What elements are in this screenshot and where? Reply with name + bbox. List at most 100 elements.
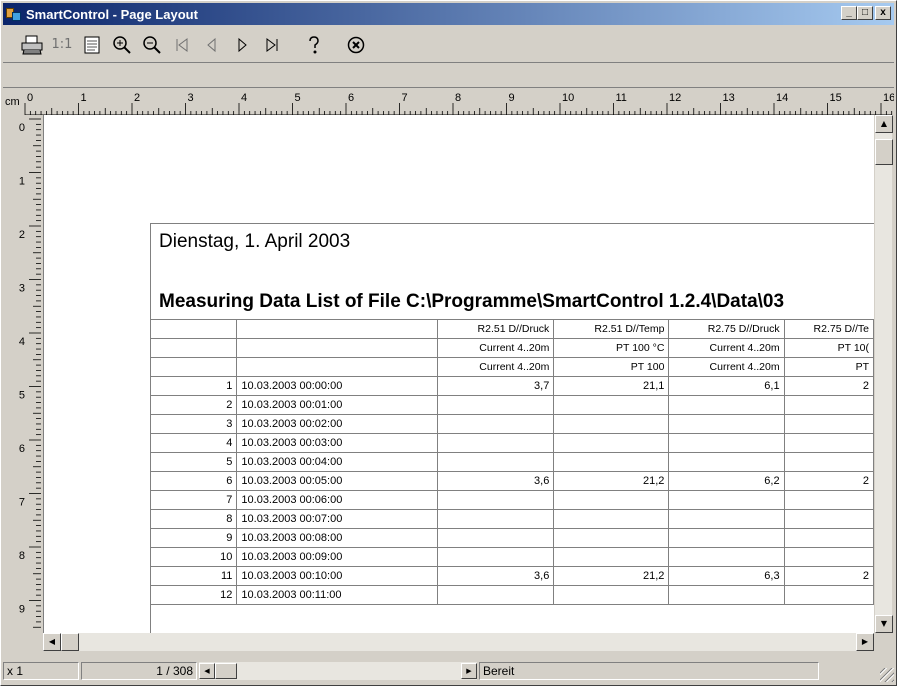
header-blank (236, 319, 439, 339)
column-header-range: Current 4..20m (668, 338, 785, 358)
table-row: 3 10.03.2003 00:02:00 (149, 414, 874, 434)
ruler-label: 1 (19, 176, 25, 188)
row-number: 9 (149, 528, 238, 548)
close-button[interactable]: x (875, 6, 891, 20)
column-header-range: Current 4..20m (437, 338, 555, 358)
column-header-unit: PT 100 (553, 357, 670, 377)
vertical-scroll-thumb[interactable] (875, 139, 893, 165)
row-value (668, 585, 785, 605)
last-page-icon[interactable] (257, 30, 287, 60)
row-value (553, 547, 670, 567)
page-prev-button[interactable]: ◀ (199, 663, 215, 679)
column-header-unit: Current 4..20m (437, 357, 555, 377)
scroll-down-button[interactable]: ▼ (875, 615, 893, 633)
row-value: 21,1 (553, 376, 670, 396)
row-value (553, 528, 670, 548)
row-value (668, 490, 785, 510)
window-controls: _ □ x (841, 6, 891, 20)
table-row: 11 10.03.2003 00:10:00 3,6 21,2 6,3 2 (149, 566, 874, 586)
row-timestamp: 10.03.2003 00:06:00 (236, 490, 439, 510)
row-timestamp: 10.03.2003 00:03:00 (236, 433, 439, 453)
row-value (553, 452, 670, 472)
row-number: 8 (149, 509, 238, 529)
whole-page-icon[interactable] (77, 30, 107, 60)
column-header-unit: Current 4..20m (668, 357, 785, 377)
row-value (668, 547, 785, 567)
smartcontrol-app-icon[interactable] (6, 6, 22, 22)
row-value (783, 509, 874, 529)
actual-size-icon[interactable]: 1:1 (47, 30, 77, 60)
title-bar[interactable]: SmartControl - Page Layout _ □ x (3, 3, 894, 25)
window-title: SmartControl - Page Layout (26, 6, 198, 22)
ruler-label: 2 (134, 92, 140, 104)
printer-icon[interactable] (17, 30, 47, 60)
row-value: 6,2 (668, 471, 785, 491)
next-page-icon[interactable] (227, 30, 257, 60)
row-value (437, 452, 555, 472)
ruler-label: 2 (19, 229, 25, 241)
row-value: 3,6 (437, 471, 555, 491)
scroll-right-button[interactable]: ▶ (856, 633, 874, 651)
row-value: 2 (783, 471, 874, 491)
column-header-name: R2.51 D//Temp (553, 319, 670, 339)
table-row: 7 10.03.2003 00:06:00 (149, 490, 874, 510)
page-counter: 1 / 308 (81, 662, 197, 680)
close-preview-icon[interactable] (341, 30, 371, 60)
page-scrollbar[interactable]: ◀ ▶ (199, 662, 477, 680)
page-layout-window: SmartControl - Page Layout _ □ x 1:1 cm … (0, 0, 897, 686)
table-header-row: R2.51 D//Druck R2.51 D//Temp R2.75 D//Druc… (149, 319, 874, 339)
row-number: 1 (149, 376, 238, 396)
minimize-button[interactable]: _ (841, 6, 857, 20)
row-value (668, 452, 785, 472)
vertical-scrollbar[interactable]: ▲ ▼ (874, 115, 893, 633)
scroll-up-button[interactable]: ▲ (875, 115, 893, 133)
row-value: 2 (783, 376, 874, 396)
row-number: 7 (149, 490, 238, 510)
table-row: 9 10.03.2003 00:08:00 (149, 528, 874, 548)
document-title: Measuring Data List of File C:\Programme… (159, 291, 785, 312)
maximize-button[interactable]: □ (857, 6, 873, 20)
row-value (668, 509, 785, 529)
row-value (437, 414, 555, 434)
resize-grip[interactable] (880, 668, 894, 682)
horizontal-scrollbar[interactable]: ◀ ▶ (43, 633, 874, 651)
column-header-name: R2.75 D//Druck (668, 319, 785, 339)
ruler-label: 0 (19, 122, 25, 134)
row-value (553, 414, 670, 434)
row-timestamp: 10.03.2003 00:00:00 (236, 376, 439, 396)
row-value (437, 509, 555, 529)
row-value (783, 547, 874, 567)
row-value (437, 585, 555, 605)
row-value: 3,7 (437, 376, 555, 396)
row-value (553, 509, 670, 529)
ruler-label: 3 (19, 283, 25, 295)
header-blank (149, 357, 238, 377)
page-scroll-thumb[interactable] (215, 663, 237, 679)
toolbar: 1:1 (3, 27, 894, 63)
horizontal-scroll-thumb[interactable] (61, 633, 79, 651)
column-header-range: PT 100 °C (553, 338, 670, 358)
document-date: Dienstag, 1. April 2003 (159, 231, 351, 252)
ruler-label: 16 (883, 92, 894, 104)
previous-page-icon[interactable] (197, 30, 227, 60)
row-timestamp: 10.03.2003 00:05:00 (236, 471, 439, 491)
row-value (668, 414, 785, 434)
status-bar: x 1 1 / 308 ◀ ▶ Bereit (3, 660, 894, 682)
ruler-label: 9 (19, 604, 25, 616)
row-value (783, 395, 874, 415)
page-preview[interactable]: Dienstag, 1. April 2003 Measuring Data L… (43, 115, 874, 633)
page-next-button[interactable]: ▶ (461, 663, 477, 679)
ruler-label: 13 (723, 92, 735, 104)
scroll-left-button[interactable]: ◀ (43, 633, 61, 651)
zoom-out-icon[interactable] (137, 30, 167, 60)
help-icon[interactable] (299, 30, 329, 60)
header-blank (236, 357, 439, 377)
row-number: 11 (149, 566, 238, 586)
ruler-label: 5 (19, 390, 25, 402)
row-value (783, 452, 874, 472)
row-value (668, 528, 785, 548)
ruler-label: 3 (188, 92, 194, 104)
first-page-icon[interactable] (167, 30, 197, 60)
zoom-in-icon[interactable] (107, 30, 137, 60)
row-timestamp: 10.03.2003 00:04:00 (236, 452, 439, 472)
